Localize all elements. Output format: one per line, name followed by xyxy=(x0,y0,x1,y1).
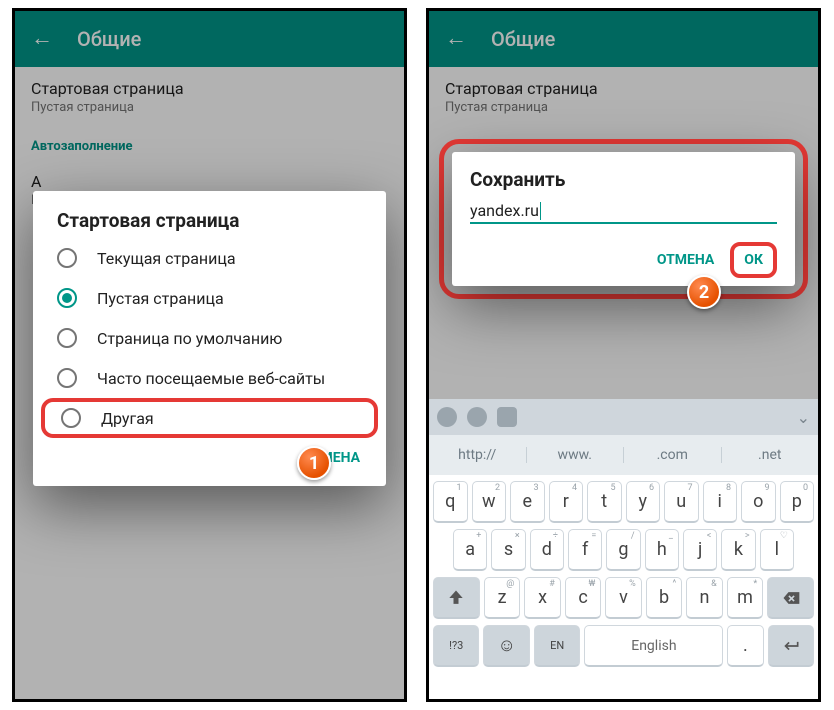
suggestion[interactable]: .com xyxy=(623,447,721,463)
backspace-icon xyxy=(781,588,801,608)
key-enter[interactable] xyxy=(768,625,814,667)
keyboard: ⌄ http:// www. .com .net q1w2e3r4t5y6u7i… xyxy=(429,399,818,699)
radio-option-other[interactable]: Другая xyxy=(61,408,358,428)
settings-icon[interactable] xyxy=(437,407,457,427)
key-p[interactable]: p0 xyxy=(780,481,815,523)
keyboard-toolbar: ⌄ xyxy=(429,399,818,435)
step-badge-1: 1 xyxy=(297,446,331,480)
key-z[interactable]: z@ xyxy=(484,577,520,619)
key-o[interactable]: o9 xyxy=(741,481,776,523)
radio-option-current[interactable]: Текущая страница xyxy=(33,238,386,278)
cancel-button[interactable]: ОТМЕНА xyxy=(647,246,724,274)
radio-label: Другая xyxy=(101,409,154,428)
key-period[interactable]: . xyxy=(727,625,763,667)
phone-right: ← Общие Стартовая страница Пустая страни… xyxy=(426,8,821,702)
highlight-save-dialog: Сохранить yandex.ru ОТМЕНА ОК xyxy=(439,139,808,299)
key-d[interactable]: d÷ xyxy=(530,529,564,571)
radio-label: Пустая страница xyxy=(97,289,224,308)
radio-option-default[interactable]: Страница по умолчанию xyxy=(33,318,386,358)
radio-icon xyxy=(57,288,77,308)
keyboard-rows: q1w2e3r4t5y6u7i8o9p0 a+s×d÷f=g/h_j<k>l♡ … xyxy=(429,475,818,677)
phone-left: ← Общие Стартовая страница Пустая страни… xyxy=(12,8,407,702)
key-row-2: a+s×d÷f=g/h_j<k>l♡ xyxy=(433,529,814,571)
key-m[interactable]: m* xyxy=(727,577,763,619)
key-row-bottom: !?3 ☺ EN English . xyxy=(433,625,814,667)
key-n[interactable]: n& xyxy=(686,577,722,619)
key-space[interactable]: English xyxy=(584,625,723,667)
key-h[interactable]: h_ xyxy=(645,529,679,571)
key-s[interactable]: s× xyxy=(491,529,525,571)
dialog-actions: ОТМЕНА xyxy=(33,438,386,474)
dialog-title: Сохранить xyxy=(470,168,777,191)
suggestion[interactable]: .net xyxy=(721,447,819,463)
chevron-down-icon[interactable]: ⌄ xyxy=(797,408,810,427)
radio-icon xyxy=(57,368,77,388)
key-t[interactable]: t5 xyxy=(587,481,622,523)
key-i[interactable]: i8 xyxy=(703,481,738,523)
key-y[interactable]: y6 xyxy=(626,481,661,523)
key-backspace[interactable] xyxy=(767,577,814,619)
radio-label: Страница по умолчанию xyxy=(97,329,282,348)
key-a[interactable]: a+ xyxy=(453,529,487,571)
radio-option-blank[interactable]: Пустая страница xyxy=(33,278,386,318)
step-badge-2: 2 xyxy=(687,275,721,309)
key-row-1: q1w2e3r4t5y6u7i8o9p0 xyxy=(433,481,814,523)
start-page-dialog: Стартовая страница Текущая страница Пуст… xyxy=(33,191,386,486)
key-x[interactable]: x# xyxy=(524,577,560,619)
key-symbols[interactable]: !?3 xyxy=(433,625,479,667)
key-row-3: z@x#c₩v%b^n&m* xyxy=(433,577,814,619)
url-input[interactable]: yandex.ru xyxy=(470,201,777,224)
enter-icon xyxy=(781,636,801,656)
highlight-other-option: Другая xyxy=(41,398,378,438)
suggestion[interactable]: http:// xyxy=(429,447,526,463)
key-language[interactable]: EN xyxy=(534,625,580,667)
url-input-value: yandex.ru xyxy=(470,201,539,220)
keyboard-suggestions: http:// www. .com .net xyxy=(429,435,818,475)
key-e[interactable]: e3 xyxy=(510,481,545,523)
key-shift[interactable] xyxy=(433,577,480,619)
shift-icon xyxy=(446,588,466,608)
key-k[interactable]: k> xyxy=(721,529,755,571)
key-u[interactable]: u7 xyxy=(664,481,699,523)
radio-option-frequent[interactable]: Часто посещаемые веб-сайты xyxy=(33,358,386,398)
key-q[interactable]: q1 xyxy=(433,481,468,523)
globe-icon[interactable] xyxy=(467,407,487,427)
suggestion[interactable]: www. xyxy=(526,447,624,463)
card-icon[interactable] xyxy=(497,407,517,427)
save-dialog: Сохранить yandex.ru ОТМЕНА ОК xyxy=(452,152,795,286)
key-w[interactable]: w2 xyxy=(472,481,507,523)
ok-button[interactable]: ОК xyxy=(730,242,777,278)
radio-icon xyxy=(57,328,77,348)
key-f[interactable]: f= xyxy=(568,529,602,571)
key-j[interactable]: j< xyxy=(683,529,717,571)
dialog-title: Стартовая страница xyxy=(33,209,386,238)
key-emoji[interactable]: ☺ xyxy=(483,625,529,667)
key-v[interactable]: v% xyxy=(605,577,641,619)
radio-icon xyxy=(61,408,81,428)
key-c[interactable]: c₩ xyxy=(565,577,601,619)
key-l[interactable]: l♡ xyxy=(760,529,794,571)
radio-icon xyxy=(57,248,77,268)
radio-label: Часто посещаемые веб-сайты xyxy=(97,369,325,388)
radio-label: Текущая страница xyxy=(97,249,236,268)
key-b[interactable]: b^ xyxy=(646,577,682,619)
key-g[interactable]: g/ xyxy=(606,529,640,571)
dialog-actions: ОТМЕНА ОК xyxy=(470,242,777,278)
text-cursor xyxy=(540,202,541,220)
key-r[interactable]: r4 xyxy=(549,481,584,523)
